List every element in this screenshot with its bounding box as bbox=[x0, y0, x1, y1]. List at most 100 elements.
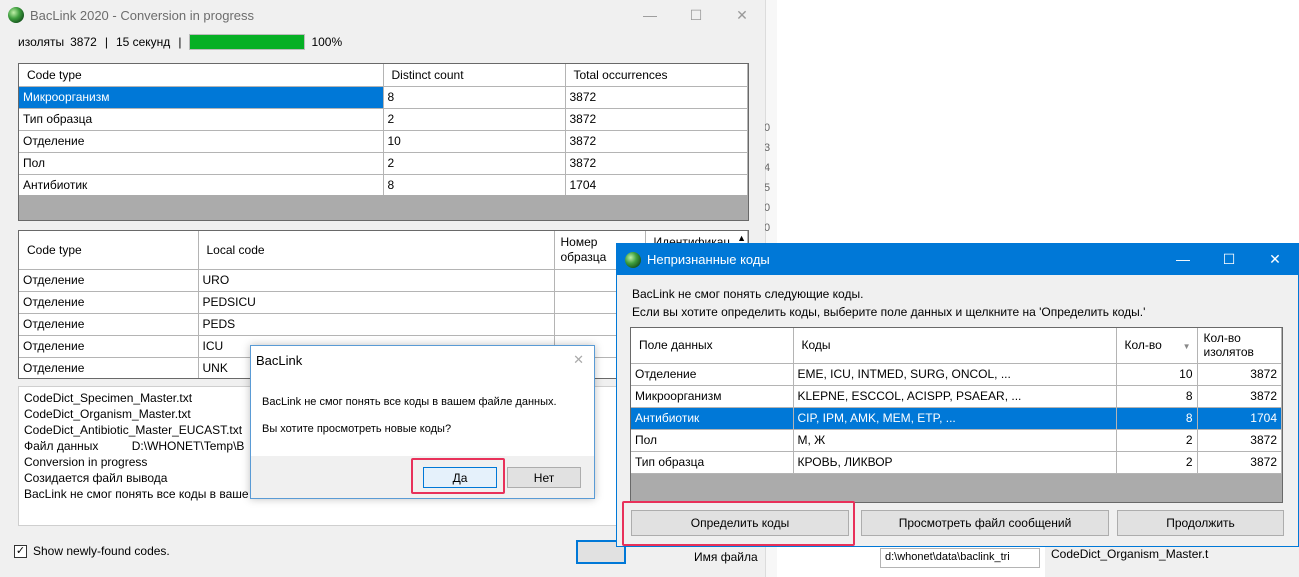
unrec-grid[interactable]: Поле данных Коды Кол-во ▼ Кол-во изолятов… bbox=[630, 327, 1283, 503]
minimize-icon[interactable]: — bbox=[627, 0, 673, 30]
cell[interactable]: 2 bbox=[1116, 429, 1198, 452]
cell[interactable]: 3872 bbox=[1197, 363, 1282, 386]
cell[interactable]: 8 bbox=[383, 174, 566, 197]
grid-empty-area bbox=[19, 195, 748, 220]
view-log-button[interactable]: Просмотреть файл сообщений bbox=[861, 510, 1109, 536]
header-total-occurrences[interactable]: Total occurrences bbox=[565, 64, 748, 87]
show-codes-label: Show newly-found codes. bbox=[33, 544, 170, 558]
table-row-selected[interactable]: Антибиотик CIP, IPM, AMK, MEM, ETP, ... … bbox=[631, 407, 1282, 430]
table-row[interactable]: Антибиотик 8 1704 bbox=[19, 174, 748, 197]
close-icon[interactable]: ✕ bbox=[573, 352, 584, 368]
table-row[interactable]: Пол 2 3872 bbox=[19, 152, 748, 175]
cell[interactable]: 1704 bbox=[565, 174, 748, 197]
cell[interactable]: Пол bbox=[631, 429, 794, 452]
cell[interactable]: 2 bbox=[383, 152, 566, 175]
cell[interactable]: KLEPNE, ESCCOL, ACISPP, PSAEAR, ... bbox=[793, 385, 1117, 408]
close-icon[interactable]: ✕ bbox=[719, 0, 765, 30]
show-codes-checkbox[interactable]: ✓ bbox=[14, 544, 27, 558]
cell[interactable]: 3872 bbox=[565, 86, 748, 109]
cell[interactable]: Отделение bbox=[19, 269, 199, 292]
summary-header-row: Code type Distinct count Total occurrenc… bbox=[19, 64, 748, 87]
cell[interactable]: Отделение bbox=[19, 335, 199, 358]
status-bar: изоляты 3872 | 15 секунд | 100% bbox=[18, 34, 342, 50]
cell[interactable]: Микроорганизм bbox=[631, 385, 794, 408]
cell[interactable]: 3872 bbox=[565, 130, 748, 153]
separator: | bbox=[178, 35, 182, 49]
unrec-info-1: BacLink не смог понять следующие коды. bbox=[632, 287, 864, 301]
table-row[interactable]: Тип образца КРОВЬ, ЛИКВОР 2 3872 bbox=[631, 451, 1282, 474]
main-titlebar: BacLink 2020 - Conversion in progress — … bbox=[0, 0, 765, 30]
header-code-type[interactable]: Code type bbox=[19, 64, 384, 87]
background-edge-digits: 0 3 4 5 0 0 bbox=[764, 118, 774, 238]
cell[interactable]: Пол bbox=[19, 152, 384, 175]
no-button[interactable]: Нет bbox=[507, 467, 581, 488]
continue-button[interactable]: Продолжить bbox=[1117, 510, 1284, 536]
cell[interactable]: Тип образца bbox=[631, 451, 794, 474]
header-local-code[interactable]: Local code bbox=[198, 231, 555, 270]
cell[interactable]: 1704 bbox=[1197, 407, 1282, 430]
app-globe-icon bbox=[8, 7, 24, 23]
cell[interactable]: 8 bbox=[383, 86, 566, 109]
header-distinct-count[interactable]: Distinct count bbox=[383, 64, 566, 87]
table-row[interactable]: Отделение 10 3872 bbox=[19, 130, 748, 153]
background-digit: 0 bbox=[764, 122, 771, 134]
table-row[interactable]: Микроорганизм KLEPNE, ESCCOL, ACISPP, PS… bbox=[631, 385, 1282, 408]
unrec-info-2: Если вы хотите определить коды, выберите… bbox=[632, 305, 1146, 319]
cell[interactable]: 3872 bbox=[1197, 451, 1282, 474]
cell[interactable]: 8 bbox=[1116, 407, 1198, 430]
cell[interactable]: 3872 bbox=[565, 152, 748, 175]
confirm-titlebar: BacLink ✕ bbox=[251, 346, 594, 374]
cell[interactable]: Отделение bbox=[19, 313, 199, 336]
cell[interactable]: Антибиотик bbox=[631, 407, 794, 430]
cell[interactable]: Отделение bbox=[19, 357, 199, 378]
header-count-label: Кол-во bbox=[1124, 338, 1162, 353]
cell[interactable]: PEDSICU bbox=[198, 291, 555, 314]
grid-empty-area bbox=[631, 474, 1282, 502]
cell[interactable]: 10 bbox=[383, 130, 566, 153]
unrec-titlebar: Непризнанные коды — ☐ ✕ bbox=[617, 244, 1298, 275]
confirm-message-1: BacLink не смог понять все коды в вашем … bbox=[262, 396, 557, 408]
cell[interactable]: Микроорганизм bbox=[19, 86, 384, 109]
cell[interactable]: CIP, IPM, AMK, MEM, ETP, ... bbox=[793, 407, 1117, 430]
file-path-field[interactable]: d:\whonet\data\baclink_tri bbox=[880, 548, 1040, 568]
show-codes-checkbox-row[interactable]: ✓ Show newly-found codes. bbox=[14, 544, 170, 558]
summary-grid[interactable]: Code type Distinct count Total occurrenc… bbox=[18, 63, 749, 221]
confirm-body bbox=[251, 374, 594, 456]
maximize-icon[interactable]: ☐ bbox=[673, 0, 719, 30]
minimize-icon[interactable]: — bbox=[1160, 244, 1206, 274]
table-row[interactable]: Тип образца 2 3872 bbox=[19, 108, 748, 131]
table-row[interactable]: Микроорганизм 8 3872 bbox=[19, 86, 748, 109]
cell[interactable]: 3872 bbox=[1197, 429, 1282, 452]
header-data-field[interactable]: Поле данных bbox=[631, 328, 794, 364]
table-row[interactable]: Отделение EME, ICU, INTMED, SURG, ONCOL,… bbox=[631, 363, 1282, 386]
cell[interactable]: 3872 bbox=[1197, 385, 1282, 408]
header-codes[interactable]: Коды bbox=[793, 328, 1117, 364]
header-count[interactable]: Кол-во ▼ bbox=[1116, 328, 1198, 364]
maximize-icon[interactable]: ☐ bbox=[1206, 244, 1252, 274]
progress-fill bbox=[190, 35, 305, 49]
cell[interactable]: M, Ж bbox=[793, 429, 1117, 452]
cell[interactable]: EME, ICU, INTMED, SURG, ONCOL, ... bbox=[793, 363, 1117, 386]
close-icon[interactable]: ✕ bbox=[1252, 244, 1298, 274]
header-isolate-count[interactable]: Кол-во изолятов bbox=[1197, 328, 1282, 364]
file-name-label: Имя файла bbox=[694, 550, 758, 564]
cell[interactable]: Отделение bbox=[631, 363, 794, 386]
cell[interactable]: Тип образца bbox=[19, 108, 384, 131]
cell[interactable]: Антибиотик bbox=[19, 174, 384, 197]
cell[interactable]: PEDS bbox=[198, 313, 555, 336]
cell[interactable]: КРОВЬ, ЛИКВОР bbox=[793, 451, 1117, 474]
cell[interactable]: 3872 bbox=[565, 108, 748, 131]
cell[interactable]: 2 bbox=[1116, 451, 1198, 474]
confirm-message-2: Вы хотите просмотреть новые коды? bbox=[262, 423, 452, 435]
cell[interactable]: Отделение bbox=[19, 130, 384, 153]
cell[interactable]: Отделение bbox=[19, 291, 199, 314]
table-row[interactable]: Пол M, Ж 2 3872 bbox=[631, 429, 1282, 452]
cell[interactable]: 2 bbox=[383, 108, 566, 131]
cell[interactable]: 10 bbox=[1116, 363, 1198, 386]
app-globe-icon bbox=[625, 251, 641, 268]
elapsed-time: 15 секунд bbox=[115, 35, 171, 49]
header-code-type[interactable]: Code type bbox=[19, 231, 199, 270]
cell[interactable]: 8 bbox=[1116, 385, 1198, 408]
cell[interactable]: URO bbox=[198, 269, 555, 292]
scroll-up-icon[interactable]: ▲ bbox=[737, 233, 746, 243]
